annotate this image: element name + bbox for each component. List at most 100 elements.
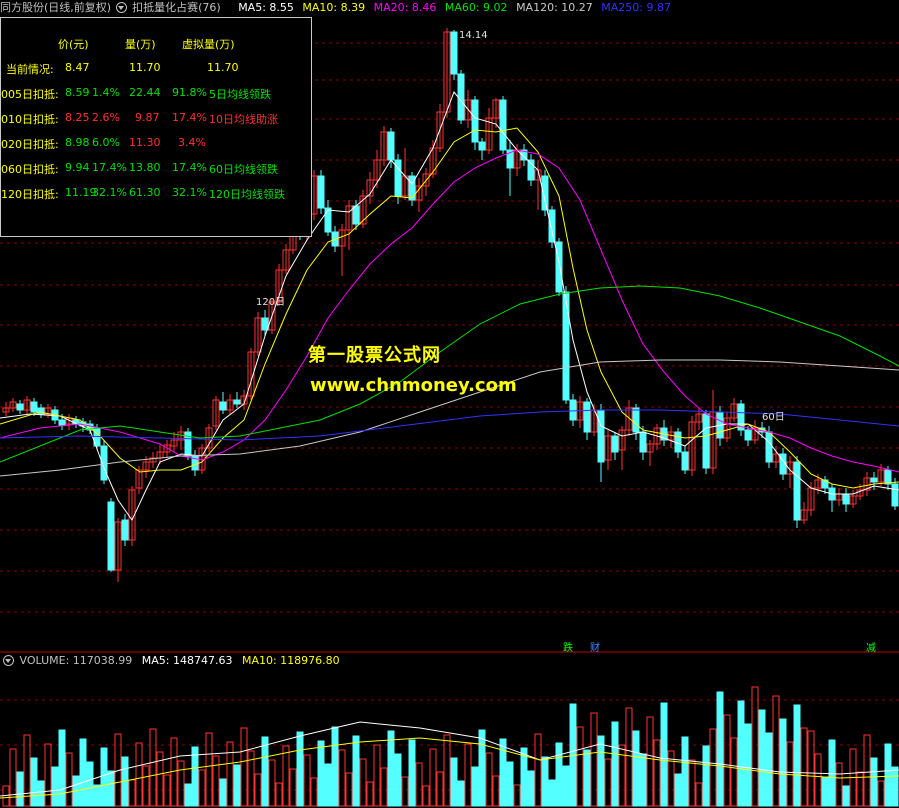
- candle-down: [562, 291, 570, 401]
- ma60-line: [0, 285, 899, 463]
- candle-down: [317, 175, 325, 209]
- candle-down: [681, 451, 689, 471]
- row-note: 120日均线领跌: [209, 188, 285, 201]
- volume-bar-down: [233, 764, 241, 807]
- volume-bar-down: [548, 779, 556, 807]
- volume-bar-up: [492, 775, 500, 807]
- volume-bar-up: [240, 727, 248, 807]
- volume-bar-down: [58, 729, 66, 807]
- candle-down: [842, 493, 850, 505]
- volume-bar-down: [37, 780, 45, 807]
- candle-down: [611, 435, 619, 453]
- volume-bar-up: [128, 779, 136, 807]
- row-ratio: 17.4%: [172, 161, 207, 174]
- volume-bar-down: [51, 766, 59, 807]
- volume-bar-down: [583, 749, 591, 807]
- volume-bar-up: [226, 741, 234, 807]
- ma120-deduction-label: 120日: [256, 297, 286, 308]
- volume-bar-up: [709, 728, 717, 807]
- volume-bar-down: [555, 742, 563, 807]
- current-label: 当前情况:: [6, 63, 54, 76]
- volume-bar-down: [219, 778, 227, 807]
- volume-bar-up: [485, 752, 493, 807]
- volume-bar-up: [366, 781, 374, 807]
- row-pct: 1.4%: [92, 86, 120, 99]
- volume-bar-down: [506, 761, 514, 807]
- volume-bar-down: [296, 731, 304, 807]
- candle-down: [30, 401, 38, 413]
- volume-bar-up: [653, 739, 661, 807]
- candle-down: [261, 317, 269, 331]
- row-volume: 22.44: [129, 86, 161, 99]
- candle-down: [16, 403, 24, 411]
- volume-bar-up: [863, 734, 871, 807]
- volume-bar-down: [450, 757, 458, 807]
- volume-bar-down: [100, 747, 108, 807]
- volume-bar-down: [842, 785, 850, 807]
- signal-tag-die: 跌: [563, 643, 573, 654]
- volume-bar-up: [310, 777, 318, 807]
- candle-down: [891, 483, 899, 507]
- volume-bar-up: [65, 752, 73, 807]
- volume-bar-up: [576, 726, 584, 807]
- volume-bar-up: [212, 755, 220, 807]
- candle-down: [352, 205, 360, 225]
- volume-menu-icon[interactable]: [3, 654, 14, 666]
- header-volume: 量(万): [125, 38, 156, 51]
- row-label: 060日扣抵:: [1, 163, 59, 176]
- volume-bar-down: [86, 761, 94, 807]
- volume-bar-down: [765, 732, 773, 807]
- row-price: 8.98: [65, 136, 90, 149]
- candle-down: [702, 413, 710, 469]
- volume-bar-down: [457, 780, 465, 807]
- volume-bar-up: [268, 759, 276, 807]
- candle-down: [324, 207, 332, 233]
- volume-bar-up: [688, 759, 696, 807]
- row-pct: 6.0%: [92, 136, 120, 149]
- volume-bar-up: [177, 760, 185, 807]
- row-label: 005日扣抵:: [1, 88, 59, 101]
- volume-bar-down: [793, 704, 801, 807]
- volume-bar-down: [394, 753, 402, 807]
- candle-down: [548, 209, 556, 243]
- volume-bar-down: [828, 739, 836, 807]
- candle-down: [58, 419, 66, 426]
- volume-bar-down: [184, 783, 192, 807]
- volume-bar-up: [513, 784, 521, 807]
- volume-bar-up: [646, 716, 654, 807]
- volume-bar-up: [373, 744, 381, 807]
- volume-bar-down: [779, 718, 787, 807]
- volume-bar-up: [289, 768, 297, 807]
- volume-bar-down: [674, 773, 682, 807]
- volume-bar-up: [814, 753, 822, 807]
- row-ratio: 32.1%: [172, 186, 207, 199]
- row-volume: 61.30: [129, 186, 161, 199]
- volume-bar-down: [79, 738, 87, 807]
- current-price: 8.47: [65, 61, 90, 74]
- volume-bar-up: [359, 758, 367, 807]
- volume-bar-down: [408, 739, 416, 807]
- volume-bar-down: [744, 723, 752, 807]
- volume-bar-down: [261, 736, 269, 807]
- volume-bar-down: [562, 765, 570, 807]
- volume-bar-up: [415, 762, 423, 807]
- row-label: 120日扣抵:: [1, 188, 59, 201]
- high-price-label: 14.14: [459, 30, 488, 41]
- volume-bar-down: [317, 740, 325, 807]
- volume-bar-up: [464, 743, 472, 807]
- volume-bar-down: [478, 729, 486, 807]
- row-pct: 17.4%: [92, 161, 127, 174]
- candle-down: [555, 241, 563, 293]
- volume-bar-down: [471, 766, 479, 807]
- volume-bar-up: [303, 754, 311, 807]
- volume-bar-up: [877, 780, 885, 807]
- candle-down: [793, 461, 801, 521]
- candle-down: [457, 73, 465, 121]
- candle-down: [219, 401, 227, 411]
- candle-down: [107, 501, 115, 571]
- volume-header: VOLUME: 117038.99 MA5: 148747.63 MA10: 1…: [0, 653, 899, 669]
- signal-tag-jian: 减: [866, 643, 876, 654]
- volume-bar-up: [800, 727, 808, 807]
- volume-bar-up: [149, 728, 157, 807]
- candle-down: [870, 477, 878, 483]
